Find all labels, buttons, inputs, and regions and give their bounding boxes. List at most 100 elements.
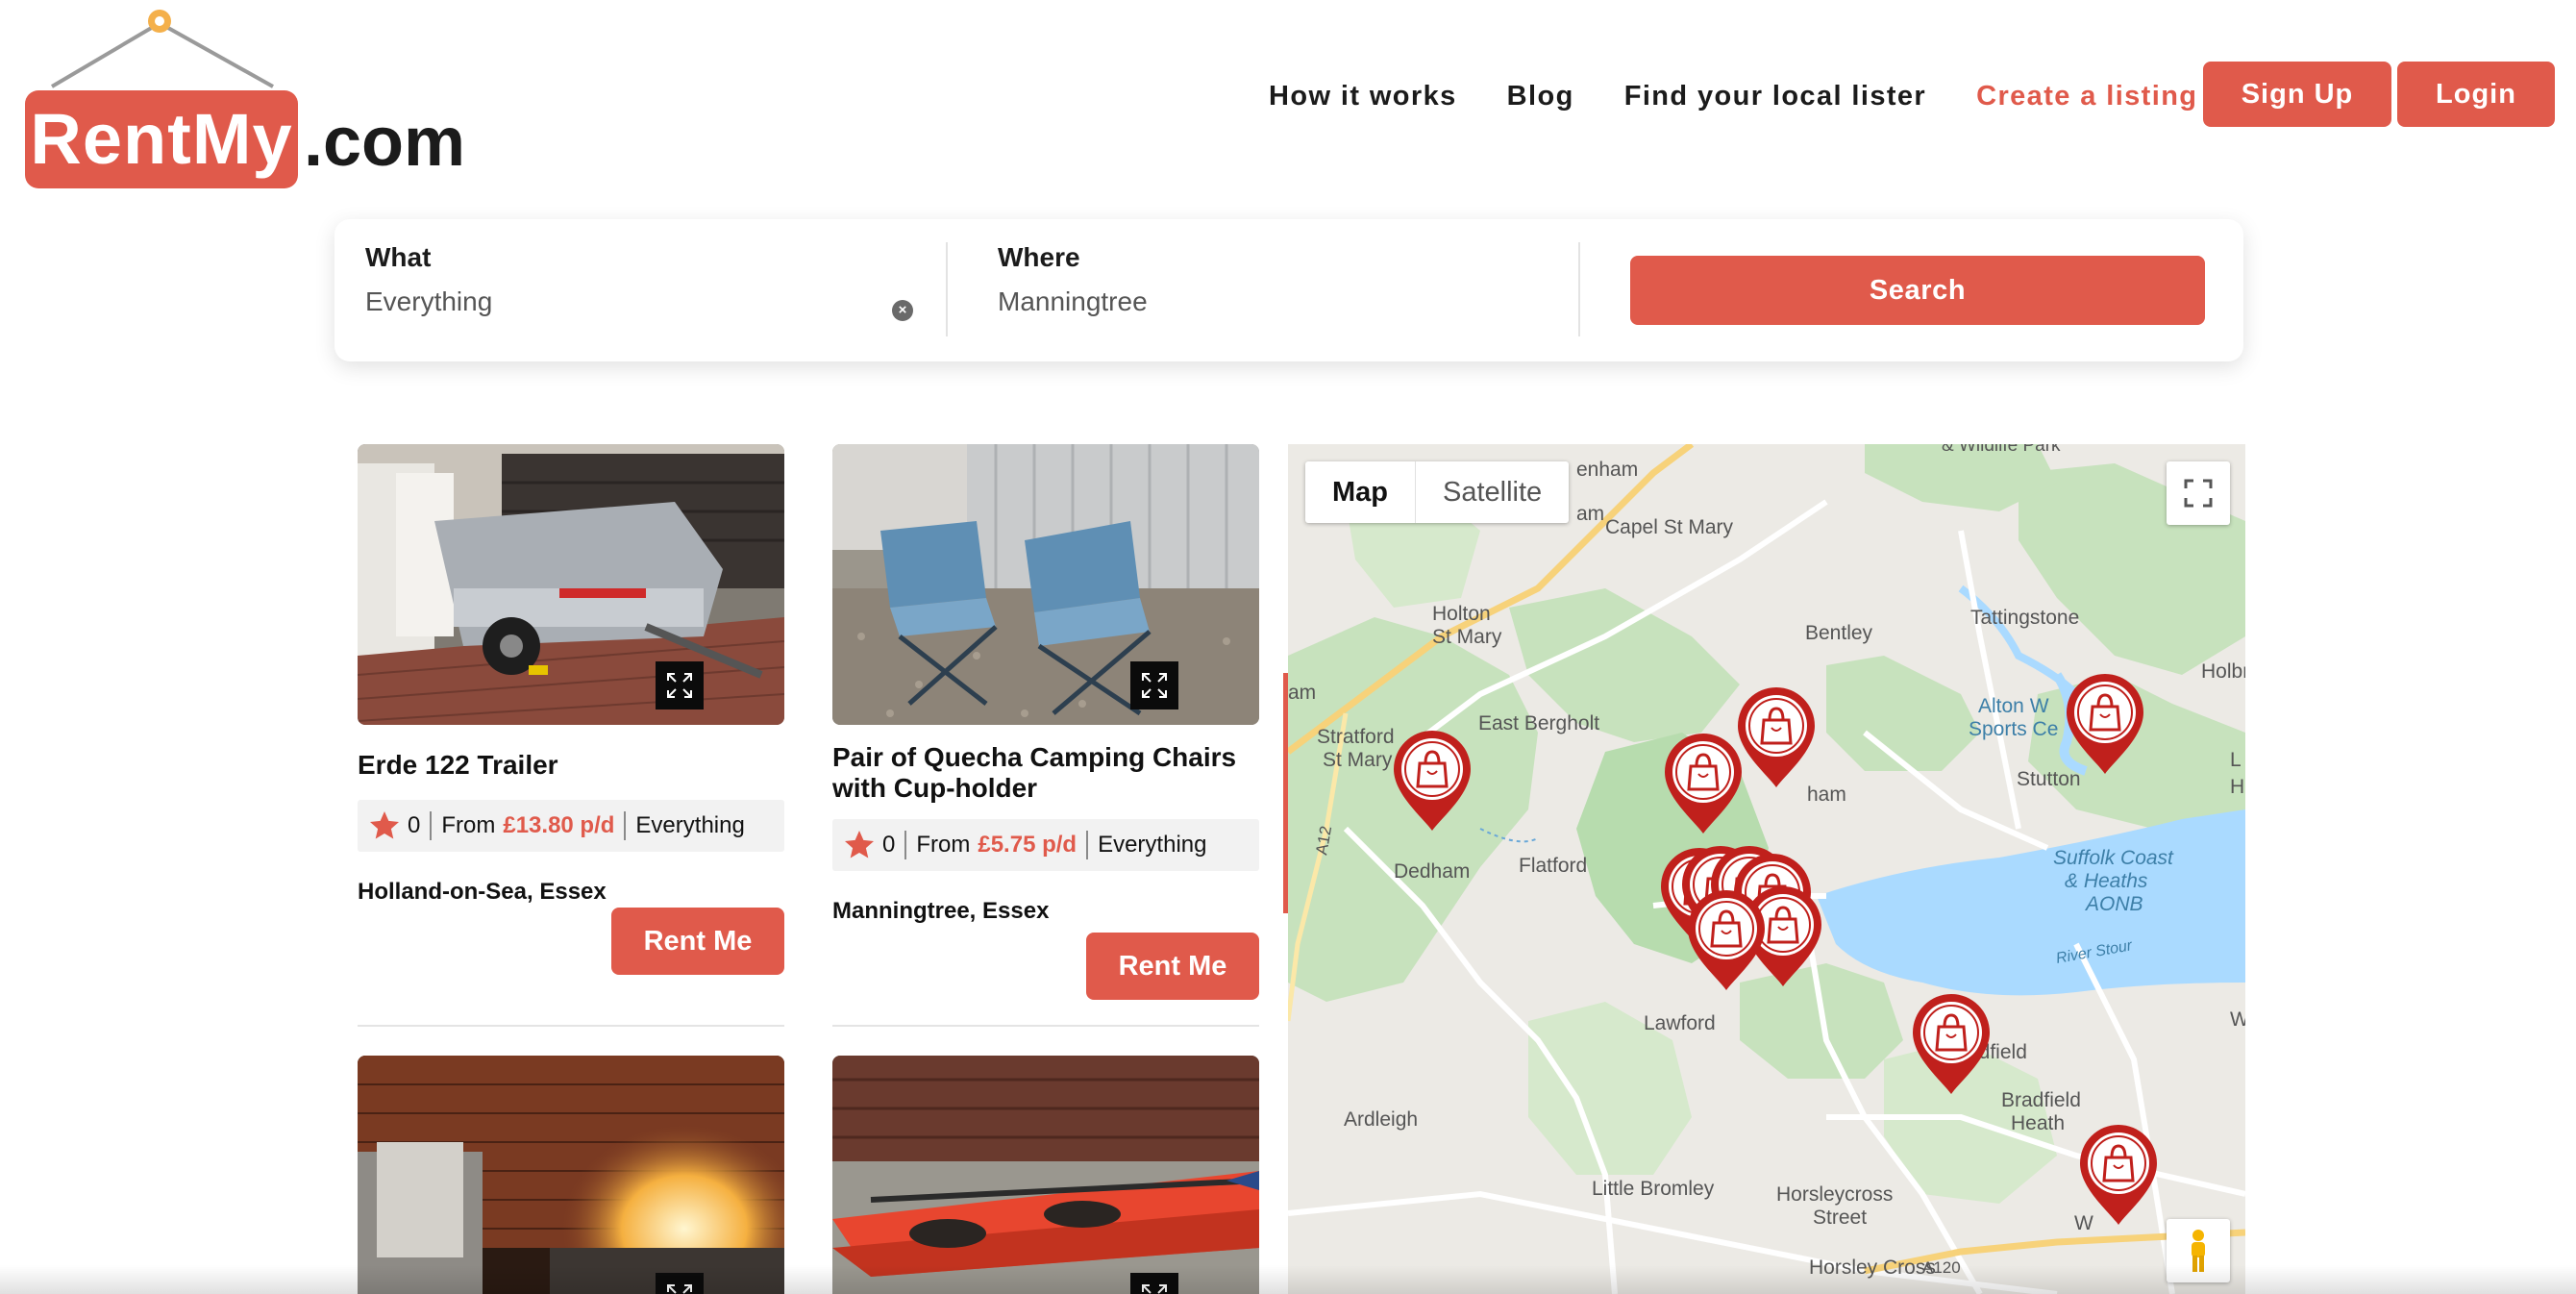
logo-suffix: .com <box>304 104 466 181</box>
search-panel: What Everything × Where Manningtree Sear… <box>334 219 2243 361</box>
map-label: Horsleycross <box>1776 1183 1893 1206</box>
map-label: Suffolk Coast <box>2053 847 2174 869</box>
listing-title[interactable]: Pair of Quecha Camping Chairs with Cup-h… <box>832 742 1259 804</box>
listing-photo-trailer[interactable] <box>358 444 784 725</box>
main-nav: How it works Blog Find your local lister… <box>1269 67 2257 125</box>
expand-icon[interactable] <box>1130 661 1178 709</box>
map-label: AONB <box>2084 893 2143 915</box>
what-input[interactable]: Everything <box>365 286 932 317</box>
map-label: ham <box>1807 784 1846 806</box>
listing-location: Holland-on-Sea, Essex <box>358 879 607 905</box>
logo-hanger-icon <box>50 10 274 88</box>
star-icon <box>845 831 874 859</box>
nav-blog[interactable]: Blog <box>1507 81 1574 112</box>
map-label: St Mary <box>1432 626 1502 648</box>
meta-divider <box>430 811 433 840</box>
meta-divider <box>1086 831 1089 859</box>
map-label: W <box>2230 1008 2245 1031</box>
row-divider <box>358 1025 784 1027</box>
map-label: Bentley <box>1805 622 1873 644</box>
listing-card[interactable]: Erde 122 Trailer 0 From £13.80 p/d Every… <box>358 444 784 975</box>
sign-up-button[interactable]: Sign Up <box>2203 62 2391 127</box>
listing-card[interactable] <box>832 1056 1259 1294</box>
nav-how-it-works[interactable]: How it works <box>1269 81 1457 112</box>
map-type-satellite-button[interactable]: Satellite <box>1415 461 1569 523</box>
map-label: am <box>1576 503 1604 525</box>
map-type-toggle: Map Satellite <box>1305 461 1570 523</box>
field-divider <box>1578 242 1580 336</box>
map-label: enham <box>1576 459 1638 481</box>
map-label: am <box>1288 682 1316 704</box>
map-label: Stratford <box>1317 726 1395 748</box>
map-label: Little Bromley <box>1592 1178 1715 1200</box>
map-label: Tattingstone <box>1970 607 2079 629</box>
listing-card[interactable] <box>358 1056 784 1294</box>
search-button[interactable]: Search <box>1630 256 2205 325</box>
firepit-photo <box>358 1056 784 1294</box>
rent-me-button[interactable]: Rent Me <box>1086 933 1259 1000</box>
chairs-photo <box>832 444 1259 725</box>
map-label: & Heaths <box>2065 870 2148 892</box>
listing-photo-chairs[interactable] <box>832 444 1259 725</box>
star-icon <box>370 811 399 839</box>
map-label: Heath <box>2011 1112 2065 1134</box>
map-type-map-button[interactable]: Map <box>1305 461 1415 523</box>
where-input[interactable]: Manningtree <box>998 286 1536 317</box>
listing-location: Manningtree, Essex <box>832 898 1050 924</box>
map-label: Capel St Mary <box>1605 516 1734 538</box>
map-label: Street <box>1813 1207 1867 1229</box>
map-label: Stutton <box>2017 768 2081 790</box>
meta-divider <box>624 811 627 840</box>
nav-create-listing[interactable]: Create a listing <box>1976 81 2197 112</box>
listing-from-label: From <box>441 812 496 838</box>
logo-wordmark: RentMy <box>25 90 298 188</box>
map-label: & Wildlife Park <box>1942 444 2061 456</box>
listing-price: £13.80 p/d <box>503 812 615 838</box>
listing-meta: 0 From £13.80 p/d Everything <box>358 800 784 852</box>
where-field[interactable]: Where Manningtree <box>998 242 1536 317</box>
listing-title[interactable]: Erde 122 Trailer <box>358 750 784 781</box>
fullscreen-icon[interactable] <box>2167 461 2230 525</box>
rent-me-button[interactable]: Rent Me <box>611 908 784 975</box>
site-logo[interactable]: RentMy .com <box>19 6 471 188</box>
listing-meta: 0 From £5.75 p/d Everything <box>832 819 1259 871</box>
row-divider <box>832 1025 1259 1027</box>
kayak-photo <box>832 1056 1259 1294</box>
map-label: L <box>2230 749 2242 771</box>
listing-price: £5.75 p/d <box>978 832 1077 858</box>
trailer-photo <box>358 444 784 725</box>
meta-divider <box>904 831 907 859</box>
map-label: St Mary <box>1323 749 1393 771</box>
listing-rating: 0 <box>882 832 896 858</box>
map-label: W <box>2074 1212 2093 1234</box>
map-view[interactable]: Capel St Mary Holton St Mary Bentley Tat… <box>1288 444 2245 1294</box>
listing-category: Everything <box>1098 832 1207 858</box>
map-canvas[interactable]: Capel St Mary Holton St Mary Bentley Tat… <box>1288 444 2245 1294</box>
what-label: What <box>365 242 432 272</box>
listing-rating: 0 <box>408 812 421 838</box>
listing-from-label: From <box>916 832 971 858</box>
page-bottom-shadow <box>0 1265 2576 1294</box>
map-label: Flatford <box>1519 855 1587 877</box>
listing-photo-kayak[interactable] <box>832 1056 1259 1294</box>
listing-photo-firepit[interactable] <box>358 1056 784 1294</box>
login-button[interactable]: Login <box>2397 62 2555 127</box>
map-label: Bradfield <box>2001 1089 2081 1111</box>
field-divider <box>946 242 948 336</box>
map-label: Alton W <box>1978 695 2049 717</box>
map-label: Ho <box>2230 776 2245 798</box>
map-label: Holbroo <box>2201 660 2245 683</box>
where-label: Where <box>998 242 1080 272</box>
listing-category: Everything <box>635 812 745 838</box>
map-label: Ardleigh <box>1344 1108 1418 1131</box>
expand-icon[interactable] <box>656 661 704 709</box>
map-label: Lawford <box>1644 1012 1716 1034</box>
map-label: Sports Ce <box>1969 718 2058 740</box>
nav-find-local-lister[interactable]: Find your local lister <box>1624 81 1926 112</box>
listing-card[interactable]: Pair of Quecha Camping Chairs with Cup-h… <box>832 444 1259 1000</box>
clear-icon[interactable]: × <box>892 300 913 321</box>
map-label: East Bergholt <box>1478 712 1599 734</box>
map-label: Holton <box>1432 603 1491 625</box>
map-label: Dedham <box>1394 860 1470 883</box>
what-field[interactable]: What Everything <box>365 242 932 317</box>
